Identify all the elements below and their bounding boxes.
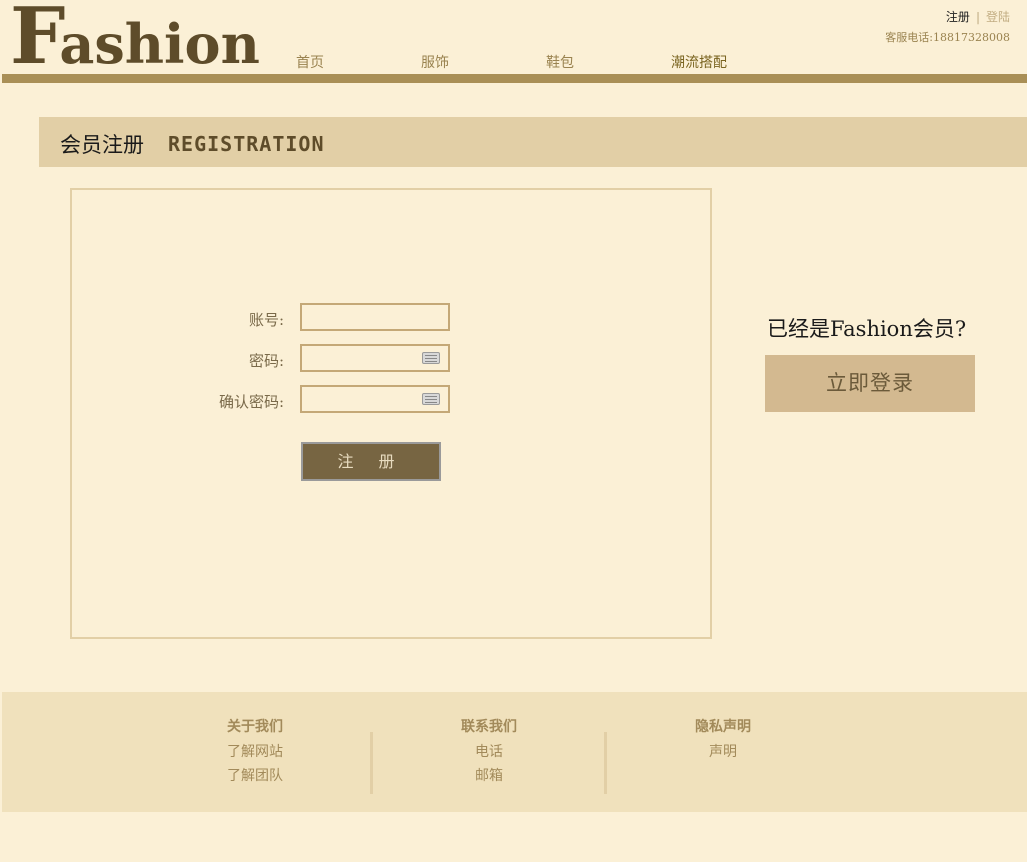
existing-member-question: 已经是Fashion会员?: [767, 317, 967, 341]
header-divider: [2, 74, 1027, 83]
footer-divider: [604, 732, 607, 794]
footer-heading: 关于我们: [227, 719, 283, 735]
password-label: 密码:: [248, 352, 284, 370]
nav-item-home[interactable]: 首页: [296, 52, 324, 72]
footer-col-about: 关于我们 了解网站 了解团队: [195, 716, 315, 788]
footer-heading: 联系我们: [461, 719, 517, 735]
footer-link-email[interactable]: 邮箱: [429, 764, 549, 788]
registration-form: 账号: 密码: 确认密码: 注 册: [70, 188, 712, 639]
account-input[interactable]: [300, 303, 450, 331]
page-title-band: 会员注册 REGISTRATION: [39, 117, 1027, 167]
confirm-password-label: 确认密码:: [218, 393, 284, 411]
register-button[interactable]: 注 册: [301, 442, 441, 481]
footer-divider: [370, 732, 373, 794]
link-separator: |: [975, 10, 980, 24]
footer-link-about-team[interactable]: 了解团队: [195, 764, 315, 788]
login-link[interactable]: 登陆: [986, 10, 1010, 24]
page-title: 会员注册: [60, 133, 144, 157]
footer-heading: 隐私声明: [695, 719, 751, 735]
logo[interactable]: Fashion: [10, 0, 260, 76]
footer-link-phone[interactable]: 电话: [429, 740, 549, 764]
nav-item-trend-styling[interactable]: 潮流搭配: [671, 52, 727, 72]
service-phone: 客服电话:18817328008: [885, 31, 1010, 44]
register-link[interactable]: 注册: [946, 10, 970, 24]
footer-link-statement[interactable]: 声明: [663, 740, 783, 764]
site-footer: 关于我们 了解网站 了解团队 联系我们 电话 邮箱 隐私声明 声明: [2, 692, 1027, 812]
site-header: Fashion 首页 服饰 鞋包 潮流搭配 注册 | 登陆 客服电话:1881732…: [0, 0, 1027, 84]
keyboard-icon[interactable]: [422, 393, 440, 405]
footer-col-contact: 联系我们 电话 邮箱: [429, 716, 549, 788]
footer-col-privacy: 隐私声明 声明: [663, 716, 783, 764]
logo-rest: ashion: [59, 12, 260, 76]
account-links: 注册 | 登陆: [946, 8, 1010, 25]
logo-initial: F: [10, 0, 65, 82]
login-now-button[interactable]: 立即登录: [765, 355, 975, 412]
nav-item-apparel[interactable]: 服饰: [421, 52, 449, 72]
nav-item-shoes-bags[interactable]: 鞋包: [546, 52, 574, 72]
footer-link-about-site[interactable]: 了解网站: [195, 740, 315, 764]
keyboard-icon[interactable]: [422, 352, 440, 364]
page-title-en: REGISTRATION: [168, 132, 325, 156]
account-label: 账号:: [248, 311, 284, 329]
